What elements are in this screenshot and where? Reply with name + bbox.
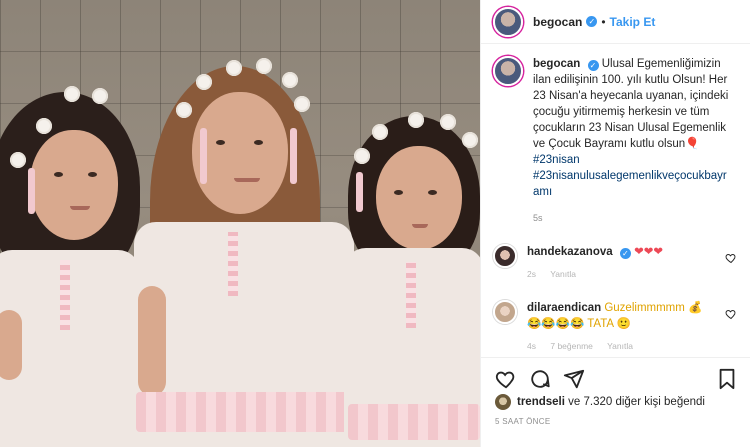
post-timestamp: 5 SAAT ÖNCE [495,417,551,426]
hashtag-link[interactable]: #23nisan [533,152,741,168]
reply-button[interactable]: Yanıtla [607,341,633,351]
action-icons-row [481,358,750,392]
verified-badge-icon: ✓ [586,16,598,27]
liker-username[interactable]: trendseli [517,396,565,408]
comment-age: 2s [527,269,536,279]
commenter-avatar[interactable] [493,300,517,324]
comment-age: 4s [527,341,536,351]
comment-text: ❤❤❤ [634,246,663,258]
comment-body: dilaraendican Guzelimmmmm 💰 😂😂😂😂 TATA 🙂 … [527,300,717,354]
caption-body: begocan ✓ Ulusal Egemenliğimizin ilan ed… [533,56,741,226]
commenter-username[interactable]: dilaraendican [527,302,601,314]
comment-item: handekazanova ✓ ❤❤❤ 2s Yanıtla [493,244,741,282]
caption-username[interactable]: begocan [533,58,580,70]
caption-age: 5s [533,213,543,223]
liker-avatar[interactable] [495,394,511,410]
commenter-username[interactable]: handekazanova [527,246,613,258]
caption-author-avatar[interactable] [493,56,523,86]
post-caption: begocan ✓ Ulusal Egemenliğimizin ilan ed… [493,56,741,226]
comment-icon[interactable] [529,368,551,390]
verified-badge-icon: ✓ [619,248,631,259]
share-icon[interactable] [563,368,585,390]
hashtag-link[interactable]: #23nisanulusalegemenlikveçocukbayr amı [533,168,741,200]
comment-meta: 2s Yanıtla [527,266,717,282]
post-actions: trendseli ve 7.320 diğer kişi beğendi 5 … [481,357,750,447]
reply-button[interactable]: Yanıtla [550,269,576,279]
comment-body: handekazanova ✓ ❤❤❤ 2s Yanıtla [527,244,717,282]
heart-icon[interactable] [495,368,517,390]
post-header: begocan ✓ • Takip Et [481,0,750,44]
follow-button[interactable]: Takip Et [610,15,656,29]
caption-text: Ulusal Egemenliğimizin ilan edilişinin 1… [533,58,729,150]
comment-item: dilaraendican Guzelimmmmm 💰 😂😂😂😂 TATA 🙂 … [493,300,741,354]
post-side-panel: begocan ✓ • Takip Et begocan ✓ Ulusal Eg… [480,0,750,447]
comment-likes-count[interactable]: 7 beğenme [550,341,593,351]
header-separator: • [601,14,606,29]
bookmark-icon[interactable] [717,368,737,390]
comment-meta: 4s 7 beğenme Yanıtla [527,338,717,354]
author-avatar[interactable] [493,6,523,37]
likes-summary: trendseli ve 7.320 diğer kişi beğendi [481,392,750,412]
post-photo[interactable] [0,0,480,447]
author-username[interactable]: begocan [533,15,582,29]
comment-like-heart-icon[interactable] [725,308,737,320]
commenter-avatar[interactable] [493,244,517,268]
verified-badge-icon: ✓ [587,60,599,71]
likes-count-text[interactable]: ve 7.320 diğer kişi beğendi [568,396,705,408]
comment-like-heart-icon[interactable] [725,252,737,264]
